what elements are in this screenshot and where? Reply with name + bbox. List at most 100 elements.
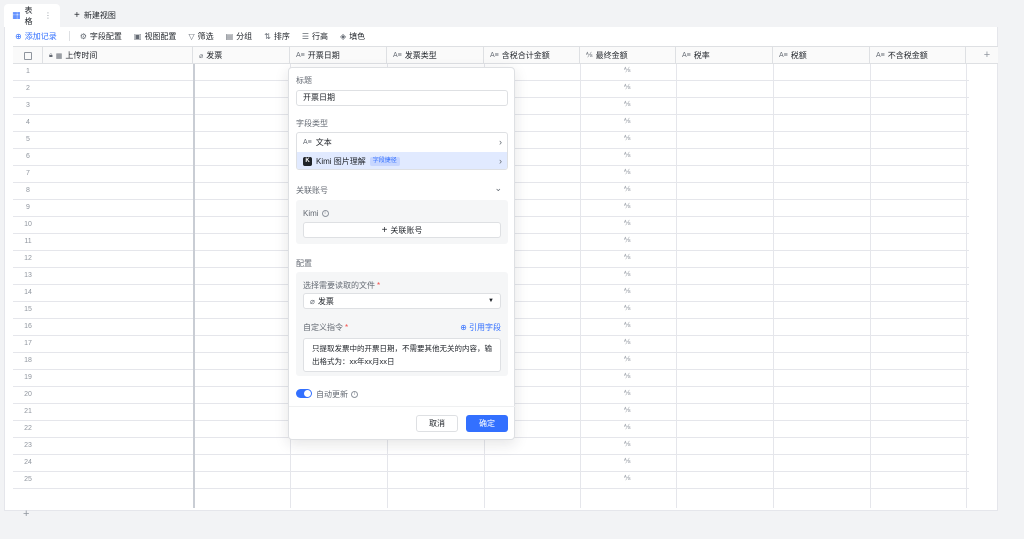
group-icon: ▤	[225, 31, 234, 41]
info-icon: i	[321, 210, 329, 218]
column-header-total-with-tax[interactable]: A≡ 含税合计金额	[484, 47, 580, 64]
view-config-button[interactable]: ▣ 视图配置	[134, 31, 177, 42]
row-number: 4	[26, 119, 30, 126]
formula-icon: ⅍	[624, 67, 631, 74]
group-button[interactable]: ▤ 分组	[226, 31, 253, 42]
custom-instruction-textarea[interactable]: 只提取发票中的开票日期，不需要其他无关的内容，输出格式为：xx年xx月xx日	[303, 338, 501, 372]
view-config-icon: ▣	[133, 31, 142, 41]
text-field-icon: A≡	[393, 52, 402, 59]
column-label: 最终金额	[595, 51, 628, 60]
sort-label: 排序	[273, 31, 290, 41]
filter-icon: ▽	[188, 31, 195, 41]
reference-field-link[interactable]: ⊕ 引用字段	[460, 322, 501, 333]
table-icon: ▦	[12, 10, 21, 20]
column-header-amount-excl-tax[interactable]: A≡ 不含税金额	[870, 47, 966, 64]
add-record-button[interactable]: ⊕ 添加记录	[15, 31, 57, 42]
chevron-down-icon[interactable]: ⌄	[494, 183, 502, 194]
formula-icon: ⅍	[624, 169, 631, 176]
row-number: 22	[24, 425, 32, 432]
row-height-label: 行高	[312, 31, 329, 41]
formula-icon: ⅍	[624, 339, 631, 346]
formula-icon: ⅍	[624, 373, 631, 380]
column-header-tax-rate[interactable]: A≡ 税率	[676, 47, 773, 64]
text-field-icon: A≡	[490, 52, 499, 59]
link-account-button[interactable]: + 关联账号	[303, 222, 501, 238]
formula-icon: ⅍	[624, 322, 631, 329]
column-label: 税率	[693, 51, 710, 60]
add-column-button[interactable]: +	[976, 47, 998, 64]
add-record-label: 添加记录	[24, 31, 57, 41]
field-config-panel: 标题 开票日期 字段类型 A≡ 文本 › K Kimi 图片理解 字段捷径 › …	[288, 67, 516, 440]
row-number: 25	[24, 476, 32, 483]
field-type-text-option[interactable]: A≡ 文本 ›	[297, 133, 507, 151]
select-file-dropdown[interactable]: ⌀ 发票 ▼	[303, 293, 501, 309]
auto-update-toggle[interactable]	[296, 389, 312, 398]
more-icon[interactable]: ⋮	[44, 11, 52, 20]
row-number: 1	[26, 68, 30, 75]
table-row[interactable]: 23 ⅍	[13, 438, 969, 455]
row-number: 2	[26, 85, 30, 92]
toolbar-divider	[68, 31, 70, 41]
kimi-logo-icon: K	[303, 156, 312, 166]
column-header-upload-time[interactable]: 🔒︎ ▦ 上传时间	[43, 47, 193, 64]
column-label: 开票日期	[307, 51, 340, 60]
cancel-button[interactable]: 取消	[416, 415, 458, 432]
grid-header: 🔒︎ ▦ 上传时间 ⌀ 发票 A≡ 开票日期 A≡ 发票类型 A≡ 含税合计金额	[13, 46, 998, 64]
plus-icon: +	[381, 224, 388, 236]
caret-down-icon: ▼	[488, 298, 494, 304]
field-config-button[interactable]: ⚙ 字段配置	[80, 31, 122, 42]
filter-label: 筛选	[197, 31, 214, 41]
formula-icon: ⅍	[624, 84, 631, 91]
column-label: 发票类型	[404, 51, 437, 60]
title-input[interactable]: 开票日期	[296, 90, 508, 106]
new-view-button[interactable]: + 新建视图	[66, 4, 124, 27]
kimi-account-row: Kimi i	[303, 209, 329, 218]
formula-icon: ⅍	[624, 152, 631, 159]
field-type-kimi-option[interactable]: K Kimi 图片理解 字段捷径 ›	[297, 152, 507, 169]
confirm-button[interactable]: 确定	[466, 415, 508, 432]
row-number: 20	[24, 391, 32, 398]
row-number: 17	[24, 340, 32, 347]
filter-button[interactable]: ▽ 筛选	[188, 31, 213, 42]
field-type-label: 字段类型	[296, 119, 328, 128]
add-row-button[interactable]: +	[23, 508, 29, 520]
column-label: 税额	[790, 51, 807, 60]
table-row[interactable]: 25 ⅍	[13, 472, 969, 489]
row-number: 10	[24, 221, 32, 228]
row-number: 18	[24, 357, 32, 364]
tab-table[interactable]: ▦ 表格 ⋮	[4, 4, 60, 27]
new-view-label: 新建视图	[83, 11, 116, 20]
column-divider	[966, 64, 967, 508]
config-box: 选择需要读取的文件 * ⌀ 发票 ▼ 自定义指令 * ⊕ 引用字段 只提取发票中的开…	[296, 272, 508, 376]
column-header-invoice-type[interactable]: A≡ 发票类型	[387, 47, 484, 64]
sort-button[interactable]: ⇅ 排序	[264, 31, 290, 42]
column-label: 上传时间	[65, 51, 98, 60]
chevron-right-icon: ›	[499, 137, 502, 147]
formula-icon: ⅍	[624, 424, 631, 431]
fill-color-label: 填色	[349, 31, 366, 41]
link-account-label: 关联账号	[390, 225, 423, 235]
view-config-label: 视图配置	[144, 31, 177, 41]
text-field-icon: A≡	[303, 138, 312, 146]
column-header-invoice-date[interactable]: A≡ 开票日期	[290, 47, 387, 64]
column-header-final-amount[interactable]: ⅍ 最终金额	[580, 47, 676, 64]
auto-update-label: 自动更新	[316, 390, 348, 399]
formula-icon: ⅍	[624, 118, 631, 125]
formula-icon: ⅍	[624, 458, 631, 465]
formula-icon: ⅍	[624, 305, 631, 312]
select-all-checkbox[interactable]	[13, 47, 43, 64]
config-label: 配置	[296, 259, 312, 268]
row-number: 9	[26, 204, 30, 211]
row-number: 15	[24, 306, 32, 313]
row-number: 16	[24, 323, 32, 330]
row-number: 13	[24, 272, 32, 279]
row-number: 7	[26, 170, 30, 177]
column-header-invoice[interactable]: ⌀ 发票	[193, 47, 290, 64]
column-header-tax-amount[interactable]: A≡ 税额	[773, 47, 870, 64]
row-number: 6	[26, 153, 30, 160]
column-divider	[870, 64, 871, 508]
row-height-button[interactable]: ☰ 行高	[302, 31, 328, 42]
table-row[interactable]: 24 ⅍	[13, 455, 969, 472]
fill-color-button[interactable]: ◈ 填色	[340, 31, 365, 42]
row-number: 5	[26, 136, 30, 143]
